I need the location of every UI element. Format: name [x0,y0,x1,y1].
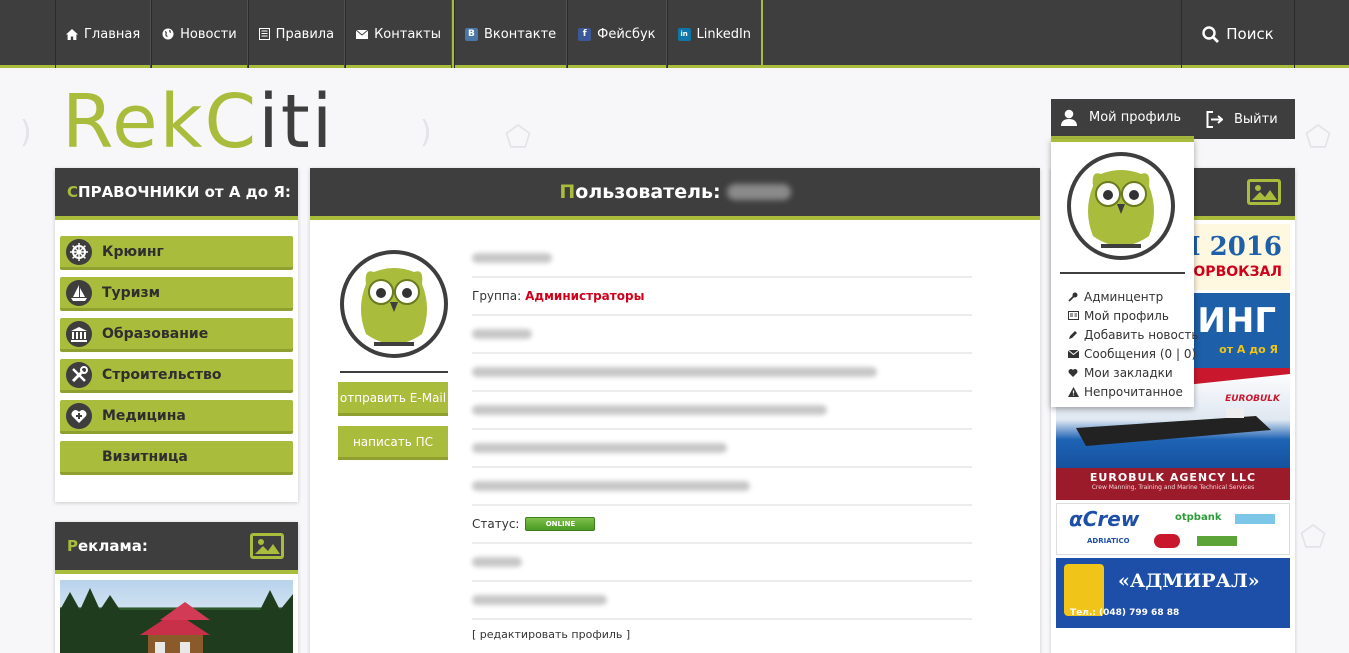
online-badge: ONLINE [525,517,596,531]
ad-image-house[interactable] [60,580,293,653]
nav-label: Главная [84,26,141,42]
nav-label: Контакты [374,26,441,42]
profile-title: Пользователь: [310,168,1040,220]
main-nav: Главная Новости Правила Контакты B Вконт… [55,0,764,68]
catalog-panel: С ПРАВОЧНИКИ от А до Я: Крюинг Туризм Обр… [55,168,298,502]
info-row-group: Группа: Администраторы [472,278,972,316]
catalog-item-tourism[interactable]: Туризм [60,277,293,311]
dropdown-avatar [1067,152,1175,260]
menu-item-unread[interactable]: Непрочитанное [1067,382,1198,401]
nav-label: Правила [275,26,335,42]
catalog-item-construction[interactable]: Строительство [60,359,293,393]
info-row-about [472,582,972,620]
group-value: Администраторы [525,289,645,303]
search-label: Поиск [1226,25,1274,43]
globe-icon [162,28,174,40]
linkedin-icon: in [677,27,691,41]
info-row-registered [472,430,972,468]
ads-title: Реклама: [55,522,298,574]
menu-item-messages[interactable]: Сообщения (0 | 0) [1067,344,1198,363]
heart-icon [1067,368,1079,377]
document-icon [258,28,270,40]
menu-item-bookmarks[interactable]: Мои закладки [1067,363,1198,382]
catalog-item-crewing[interactable]: Крюинг [60,236,293,270]
catalog-item-medicine[interactable]: Медицина [60,400,293,434]
ship-wheel-icon [66,238,92,265]
catalog-item-education[interactable]: Образование [60,318,293,352]
background-decoration: ) [420,115,432,150]
id-card-icon [1067,311,1079,320]
nav-label: LinkedIn [696,26,752,42]
envelope-icon [1067,349,1079,358]
info-row-phone [472,316,972,354]
nav-item-home[interactable]: Главная [55,0,152,68]
ad-banner-admiral[interactable]: «АДМИРАЛ» Тел.: (048) 799 68 88 [1056,558,1290,628]
send-pm-button[interactable]: написать ПС [338,426,448,460]
info-row-city [472,544,972,582]
site-logo[interactable]: RekCiti [62,72,334,172]
edit-profile-link[interactable]: [ редактировать профиль ] [472,628,630,641]
redacted-username [726,184,791,200]
info-row-last-visit [472,468,972,506]
my-profile-button[interactable]: Мой профиль [1051,99,1194,139]
logout-label: Выйти [1234,111,1278,127]
search-icon [1202,25,1220,43]
school-icon [66,320,92,347]
envelope-icon [356,29,369,39]
dropdown-menu: Админцентр Мой профиль Добавить новость … [1067,287,1198,401]
vk-icon: B [464,27,478,41]
nav-item-linkedin[interactable]: in LinkedIn [666,0,764,68]
nav-label: Вконтакте [483,26,557,42]
tools-icon [66,361,92,388]
nav-item-news[interactable]: Новости [151,0,248,68]
info-row-comments-count [472,392,972,430]
info-row-status: Статус: ONLINE [472,506,972,544]
catalog-list: Крюинг Туризм Образование Строительство … [55,220,298,475]
nav-label: Новости [180,26,237,42]
nav-item-contacts[interactable]: Контакты [345,0,452,68]
ad-banner-partners[interactable]: αCrew otpbank ADRIATICO [1056,503,1290,555]
logout-icon [1206,110,1223,128]
profile-info: Группа: Администраторы Статус: ONLINE [ … [472,240,972,648]
dropdown-divider [1060,272,1185,274]
background-decoration: ⬠ [505,120,532,155]
home-icon [66,28,78,40]
nav-item-vkontakte[interactable]: B Вконтакте [453,0,568,68]
user-profile-panel: Пользователь: отправить E-Mail написать … [310,168,1040,653]
image-icon [250,533,284,559]
user-avatar [340,250,448,358]
menu-item-add-news[interactable]: Добавить новость [1067,325,1198,344]
top-navbar: Главная Новости Правила Контакты B Вконт… [0,0,1349,68]
menu-item-my-profile[interactable]: Мой профиль [1067,306,1198,325]
warning-icon [1067,386,1079,397]
facebook-icon: f [578,27,592,41]
nav-item-rules[interactable]: Правила [247,0,346,68]
logout-button[interactable]: Выйти [1194,99,1295,139]
medical-heart-icon [66,402,92,429]
nav-label: Фейсбук [597,26,656,42]
catalog-title: С ПРАВОЧНИКИ от А до Я: [55,168,298,220]
send-email-button[interactable]: отправить E-Mail [338,382,448,416]
info-row-fullname [472,240,972,278]
profile-dropdown: Админцентр Мой профиль Добавить новость … [1051,139,1198,407]
menu-item-admin-center[interactable]: Админцентр [1067,287,1198,306]
avatar-divider [340,371,448,373]
user-icon [1061,109,1077,126]
background-decoration: ⬠ [1305,120,1332,155]
sailboat-icon [66,279,92,306]
pencil-icon [1067,330,1079,340]
social-links: B Вконтакте f Фейсбук in LinkedIn [451,0,764,68]
ads-panel-left: Реклама: [55,522,298,653]
background-decoration: ⬠ [1300,520,1327,555]
eurobulk-caption: EUROBULK AGENCY LLC Crew Manning, Traini… [1056,468,1290,500]
catalog-item-business-cards[interactable]: Визитница [60,441,293,475]
background-decoration: ) [20,115,32,150]
nav-item-facebook[interactable]: f Фейсбук [567,0,667,68]
key-icon [1067,292,1079,302]
my-profile-label: Мой профиль [1089,110,1181,125]
info-row-news-count [472,354,972,392]
search-button[interactable]: Поиск [1181,0,1295,68]
image-icon [1247,179,1281,205]
